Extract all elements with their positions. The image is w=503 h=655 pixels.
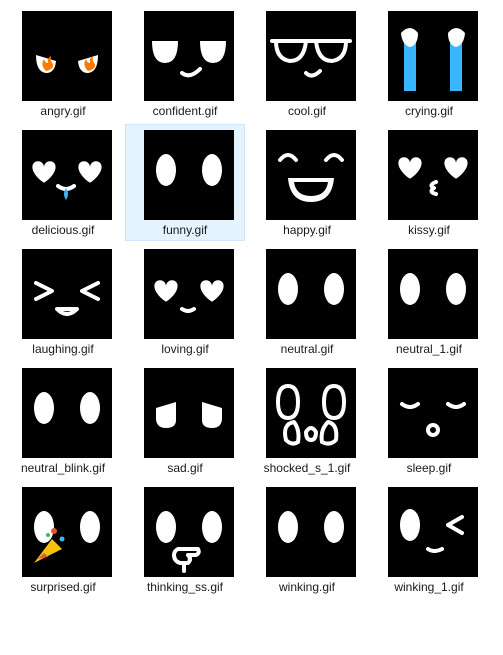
file-item[interactable]: loving.gif	[125, 243, 245, 360]
surprised-face-icon	[22, 487, 112, 577]
file-name-label: loving.gif	[161, 342, 209, 356]
file-item[interactable]: neutral_blink.gif	[3, 362, 123, 479]
file-item[interactable]: funny.gif	[125, 124, 245, 241]
file-item[interactable]: neutral_1.gif	[369, 243, 489, 360]
file-item[interactable]: neutral.gif	[247, 243, 367, 360]
neutral-face-icon	[266, 249, 356, 339]
file-name-label: neutral_blink.gif	[20, 461, 106, 475]
happy-face-icon	[266, 130, 356, 220]
file-item[interactable]: confident.gif	[125, 5, 245, 122]
winking-face-icon	[266, 487, 356, 577]
kissy-face-icon	[388, 130, 478, 220]
file-name-label: crying.gif	[404, 104, 454, 118]
file-name-label: sad.gif	[167, 461, 203, 475]
file-name-label: confident.gif	[152, 104, 218, 118]
file-item[interactable]: sad.gif	[125, 362, 245, 479]
thinking-face-icon	[144, 487, 234, 577]
file-name-label: happy.gif	[283, 223, 331, 237]
file-name-label: surprised.gif	[30, 580, 96, 594]
file-item[interactable]: cool.gif	[247, 5, 367, 122]
cool-face-icon	[266, 11, 356, 101]
sad-face-icon	[144, 368, 234, 458]
file-name-label: kissy.gif	[408, 223, 450, 237]
delicious-face-icon	[22, 130, 112, 220]
file-item[interactable]: crying.gif	[369, 5, 489, 122]
file-item[interactable]: delicious.gif	[3, 124, 123, 241]
file-name-label: winking.gif	[278, 580, 336, 594]
angry-face-icon	[22, 11, 112, 101]
shocked-face-icon	[266, 368, 356, 458]
file-item[interactable]: sleep.gif	[369, 362, 489, 479]
file-browser-grid: { "files": [ {"name": "angry.gif", "icon…	[0, 0, 503, 655]
file-name-label: cool.gif	[287, 104, 327, 118]
file-item[interactable]: laughing.gif	[3, 243, 123, 360]
file-name-label: laughing.gif	[32, 342, 94, 356]
file-item[interactable]: thinking_ss.gif	[125, 481, 245, 598]
loving-face-icon	[144, 249, 234, 339]
file-name-label: funny.gif	[162, 223, 208, 237]
laughing-face-icon	[22, 249, 112, 339]
file-item[interactable]: winking.gif	[247, 481, 367, 598]
file-name-label: shocked_s_1.gif	[263, 461, 351, 475]
file-name-label: delicious.gif	[31, 223, 95, 237]
file-name-label: thinking_ss.gif	[146, 580, 224, 594]
winking-1-face-icon	[388, 487, 478, 577]
neutral-blink-face-icon	[22, 368, 112, 458]
file-name-label: winking_1.gif	[394, 580, 464, 594]
file-item[interactable]: angry.gif	[3, 5, 123, 122]
confident-face-icon	[144, 11, 234, 101]
neutral-1-face-icon	[388, 249, 478, 339]
file-name-label: neutral_1.gif	[395, 342, 463, 356]
file-item[interactable]: surprised.gif	[3, 481, 123, 598]
file-name-label: neutral.gif	[280, 342, 334, 356]
crying-face-icon	[388, 11, 478, 101]
file-item[interactable]: winking_1.gif	[369, 481, 489, 598]
file-item[interactable]: kissy.gif	[369, 124, 489, 241]
funny-face-icon	[144, 130, 234, 220]
file-item[interactable]: shocked_s_1.gif	[247, 362, 367, 479]
sleep-face-icon	[388, 368, 478, 458]
file-name-label: angry.gif	[40, 104, 86, 118]
file-item[interactable]: happy.gif	[247, 124, 367, 241]
file-name-label: sleep.gif	[406, 461, 452, 475]
